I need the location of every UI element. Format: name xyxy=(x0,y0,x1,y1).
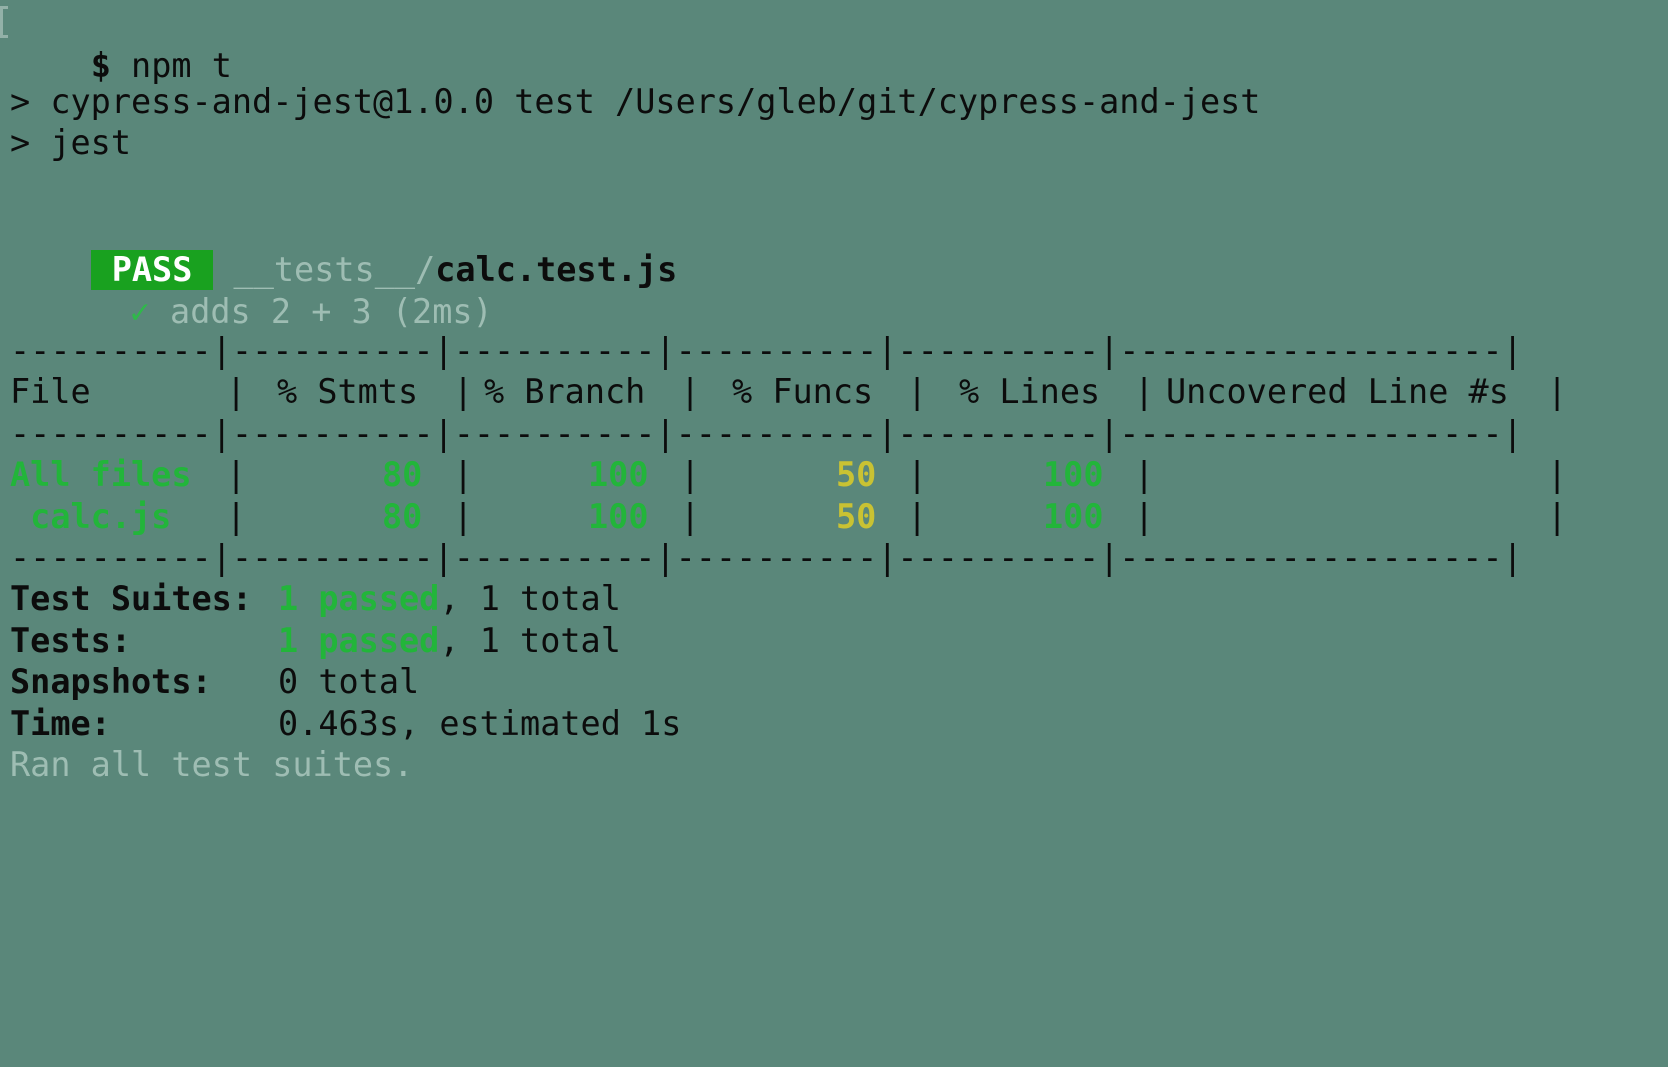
pipe: | xyxy=(1134,497,1155,536)
total-count: , 1 total xyxy=(439,579,621,618)
header-stmts: % Stmts xyxy=(277,372,419,411)
pipe: | xyxy=(226,455,247,494)
pipe: | xyxy=(680,372,701,411)
header-funcs: % Funcs xyxy=(732,372,874,411)
pipe: | xyxy=(1547,497,1568,536)
footer-text: Ran all test suites. xyxy=(10,745,414,784)
passed-count: 1 passed xyxy=(278,621,440,660)
script-line-1: > cypress-and-jest@1.0.0 test /Users/gle… xyxy=(10,82,1261,121)
row-branch: 100 xyxy=(588,497,649,536)
test-case-line: ✓ adds 2 + 3 (2ms) xyxy=(49,246,493,331)
header-file: File xyxy=(10,372,91,411)
table-separator-top: ----------|----------|----------|-------… xyxy=(10,331,1523,370)
row-stmts: 80 xyxy=(382,497,423,536)
pipe: | xyxy=(453,497,474,536)
script-line-2: > jest xyxy=(10,123,132,162)
pipe: | xyxy=(680,497,701,536)
terminal-window[interactable]: $ npm t > cypress-and-jest@1.0.0 test /U… xyxy=(0,0,1668,838)
header-uncovered: Uncovered Line #s xyxy=(1166,372,1509,411)
row-stmts: 80 xyxy=(382,455,423,494)
summary-time: Time: 0.463s, estimated 1s xyxy=(10,702,681,746)
table-row: All files | 80 | 100 | 50 | 100 | | xyxy=(10,453,1570,497)
summary-value: 0 total xyxy=(278,662,420,701)
pipe: | xyxy=(226,372,247,411)
summary-suites: Test Suites: 1 passed, 1 total xyxy=(10,577,621,621)
pipe: | xyxy=(453,372,474,411)
row-lines: 100 xyxy=(1043,455,1104,494)
summary-tests: Tests: 1 passed, 1 total xyxy=(10,619,621,663)
table-row: calc.js | 80 | 100 | 50 | 100 | | xyxy=(10,495,1570,539)
row-file: All files xyxy=(10,455,192,494)
table-header-row: File | % Stmts | % Branch | % Funcs | % … xyxy=(10,370,1570,414)
total-count: , 1 total xyxy=(439,621,621,660)
row-funcs: 50 xyxy=(836,497,877,536)
pipe: | xyxy=(907,497,928,536)
summary-label: Test Suites: xyxy=(10,579,253,618)
summary-label: Tests: xyxy=(10,621,132,660)
test-result-line: PASS __tests__/calc.test.js xyxy=(10,204,677,290)
pipe: | xyxy=(680,455,701,494)
pipe: | xyxy=(1547,455,1568,494)
pipe: | xyxy=(1547,372,1568,411)
table-separator-mid: ----------|----------|----------|-------… xyxy=(10,414,1523,453)
row-branch: 100 xyxy=(588,455,649,494)
pipe: | xyxy=(907,372,928,411)
pipe: | xyxy=(1134,455,1155,494)
header-lines: % Lines xyxy=(959,372,1101,411)
prompt-line: $ npm t xyxy=(0,0,232,85)
summary-value: 0.463s, estimated 1s xyxy=(278,704,682,743)
check-icon: ✓ xyxy=(129,292,150,331)
cursor-bracket-icon xyxy=(0,6,8,38)
row-funcs: 50 xyxy=(836,455,877,494)
header-branch: % Branch xyxy=(484,372,646,411)
row-file: calc.js xyxy=(10,497,172,536)
table-separator-bottom: ----------|----------|----------|-------… xyxy=(10,538,1523,577)
pipe: | xyxy=(907,455,928,494)
row-lines: 100 xyxy=(1043,497,1104,536)
pipe: | xyxy=(226,497,247,536)
summary-value: 1 passed, 1 total xyxy=(278,577,621,621)
pipe: | xyxy=(1134,372,1155,411)
pipe: | xyxy=(453,455,474,494)
summary-value: 1 passed, 1 total xyxy=(278,619,621,663)
summary-label: Snapshots: xyxy=(10,662,212,701)
summary-label: Time: xyxy=(10,704,111,743)
summary-snapshots: Snapshots: 0 total xyxy=(10,660,419,704)
passed-count: 1 passed xyxy=(278,579,440,618)
test-case-text: adds 2 + 3 (2ms) xyxy=(170,292,493,331)
